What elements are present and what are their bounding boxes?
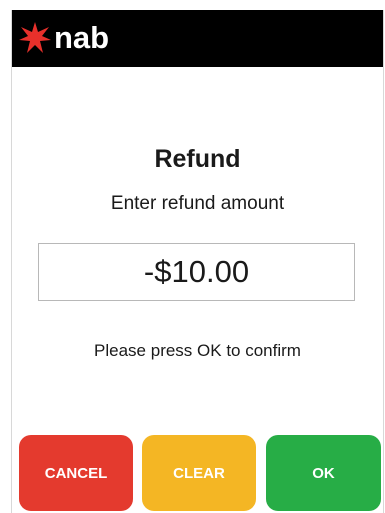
header-bar: nab [12,10,383,67]
page-title: Refund [154,145,241,173]
page-subtitle: Enter refund amount [110,193,285,214]
refund-amount-value: -$10.00 [143,254,250,289]
cancel-button[interactable]: CANCEL [19,435,133,511]
clear-button[interactable]: CLEAR [142,435,256,511]
nab-star-icon [18,21,52,55]
confirm-instruction: Please press OK to confirm [94,341,301,360]
refund-amount-field[interactable]: -$10.00 [38,243,355,301]
logo-text: nab [54,20,110,55]
ok-button[interactable]: OK [266,435,381,511]
payment-terminal-screen: nab Refund Enter refund amount -$10.00 P… [11,10,384,513]
nab-logo: nab [18,18,109,58]
